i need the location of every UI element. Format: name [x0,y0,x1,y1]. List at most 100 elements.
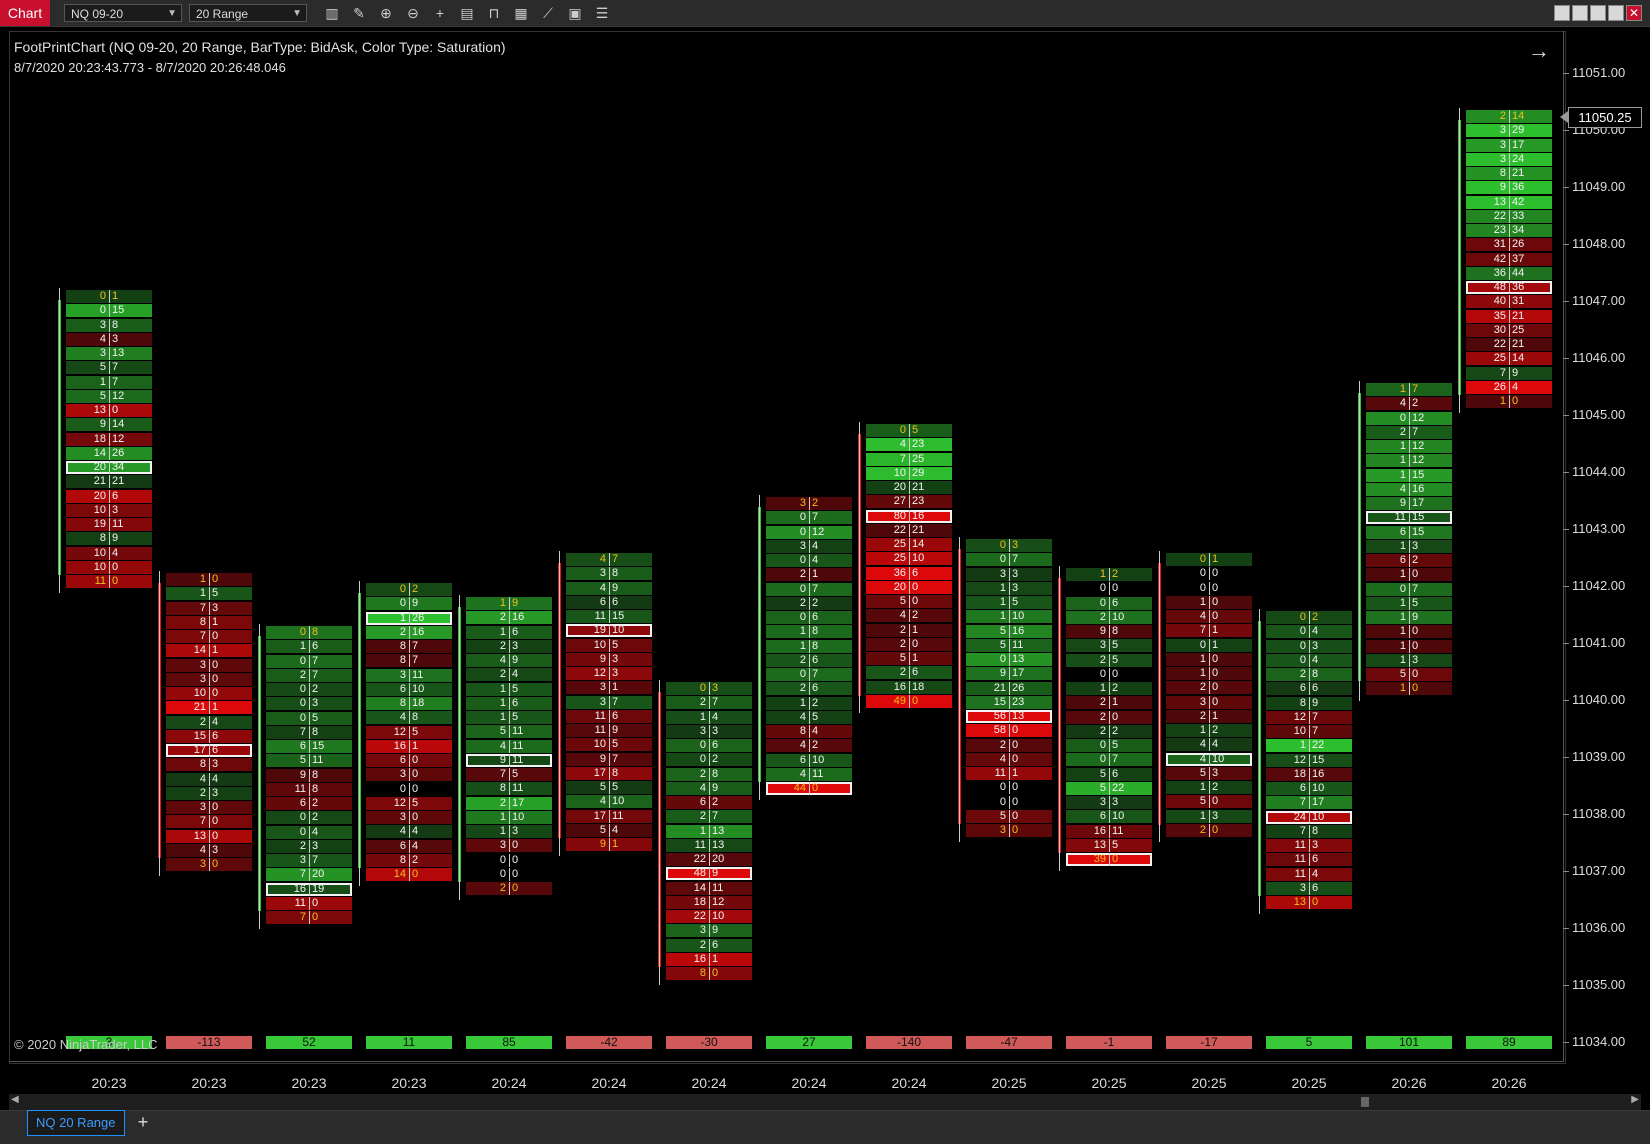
close-icon[interactable]: ✕ [1626,5,1642,21]
footprint-cell: 40 [966,752,1052,766]
price-tick [1563,301,1569,302]
cell-separator [1409,682,1410,696]
bid-volume: 6 [299,797,306,809]
cell-separator [209,615,210,629]
ask-volume: 3 [312,697,319,710]
ask-volume: 3 [1412,653,1419,666]
price-axis[interactable] [1563,31,1564,1061]
footprint-cell: 1 12 [1366,454,1452,468]
bid-volume: 1 [1399,468,1406,481]
bid-volume: 2 [1299,668,1306,680]
drawing-tool-icon[interactable]: ✎ [350,5,368,21]
scroll-left-icon[interactable]: ◀ [11,1094,19,1105]
ask-volume: 0 [312,896,319,909]
scrollbar-thumb[interactable] [1361,1097,1369,1107]
cell-separator [1409,596,1410,610]
bar-type-icon[interactable]: ▥ [323,5,341,21]
bid-volume: 16 [1093,824,1106,837]
crosshair-icon[interactable]: + [431,5,449,21]
cell-separator [1109,810,1110,824]
cell-separator [609,610,610,623]
footprint-cell: 10 [1166,652,1252,666]
ask-volume: 3 [1312,639,1319,652]
zoom-out-icon[interactable]: ⊖ [404,5,422,21]
footprint-cell: 20 0 [866,580,952,594]
footprint-cell: 26 [666,938,752,952]
bid-volume: 0 [1099,596,1106,609]
add-tab-button[interactable]: + [133,1110,153,1134]
ask-volume: 29 [1512,124,1525,137]
properties-icon[interactable]: ⊓ [485,5,503,21]
cell-separator [909,466,910,480]
footprint-cell: 98 [266,768,352,782]
bid-volume: 1 [1399,625,1406,638]
ask-volume: 2 [412,583,419,595]
footprint-cell: 16 19 [266,882,352,896]
indicators-icon[interactable]: ▦ [512,5,530,21]
footprint-cell: 18 [766,625,852,639]
price-label: 11037.00 [1572,863,1626,878]
ask-volume: 33 [1512,209,1525,222]
chart-trader-icon[interactable]: ▣ [566,5,584,21]
footprint-cell: 27 [666,696,752,710]
cell-separator [409,682,410,696]
footprint-cell: 78 [266,725,352,739]
bid-volume: 1 [499,625,506,638]
footprint-cell: 30 [366,768,452,782]
data-box-icon[interactable]: ▤ [458,5,476,21]
ask-volume: 3 [1012,567,1019,580]
footprint-cell: 38 [566,567,652,581]
ask-volume: 23 [912,495,925,508]
footprint-cell: 33 [666,724,752,738]
ask-volume: 2 [1112,724,1119,737]
minimize-icon[interactable] [1590,5,1606,21]
more-options-icon[interactable]: ☰ [593,5,611,21]
ask-volume: 19 [312,882,325,895]
tab-bar [0,1110,1650,1144]
footprint-cell: 3 24 [1466,152,1552,166]
candle-wick [259,624,260,930]
cell-separator [809,725,810,738]
cell-separator [409,668,410,682]
cell-separator [1309,611,1310,624]
ask-volume: 9 [712,867,719,880]
cell-separator [609,695,610,709]
scroll-right-icon[interactable]: ▶ [1631,1094,1639,1105]
instrument-selector[interactable]: NQ 09-20 ▼ [64,4,182,22]
ask-volume: 3 [212,786,219,799]
cell-separator [409,839,410,853]
footprint-cell: 33 [1066,796,1152,809]
footprint-cell: 6 10 [366,682,452,696]
ask-volume: 6 [912,566,919,579]
cell-separator [809,753,810,767]
ask-volume: 6 [1112,767,1119,780]
bid-volume: 7 [199,630,206,642]
tab-nq-20-range[interactable]: NQ 20 Range [27,1110,125,1136]
bar-type-selector[interactable]: 20 Range ▼ [189,4,307,22]
scroll-right-arrow-icon[interactable]: → [1528,38,1550,64]
ask-volume: 0 [1012,738,1019,751]
maximize-icon[interactable] [1608,5,1624,21]
bid-volume: 0 [1299,611,1306,623]
footprint-cell: 39 [666,924,752,938]
horizontal-scrollbar[interactable]: ◀ ▶ [9,1094,1641,1110]
tile-icon[interactable] [1572,5,1588,21]
ask-volume: 1 [1012,767,1019,779]
bid-volume: 3 [399,768,406,781]
cell-separator [209,772,210,786]
bid-volume: 5 [299,754,306,767]
footprint-cell: 1 26 [366,611,452,625]
ask-volume: 8 [812,625,819,638]
bid-volume: 4 [1399,397,1406,410]
ask-volume: 26 [1012,681,1025,694]
ask-volume: 4 [812,554,819,566]
ask-volume: 0 [212,630,219,642]
footprint-cell: 42 [1366,397,1452,411]
strategies-icon[interactable]: ⟋ [539,5,557,21]
ask-volume: 6 [812,653,819,666]
zoom-in-icon[interactable]: ⊕ [377,5,395,21]
ask-volume: 5 [512,711,519,723]
ask-volume: 0 [112,575,119,587]
restore-icon[interactable] [1554,5,1570,21]
cell-separator [1009,638,1010,652]
